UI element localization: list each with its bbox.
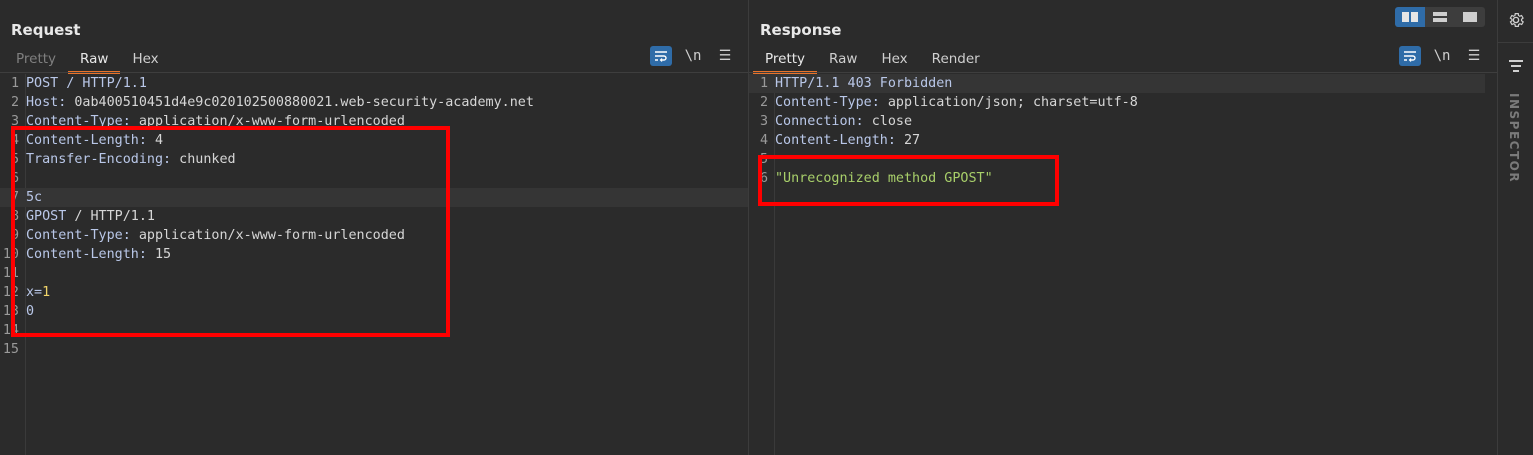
response-tab-raw[interactable]: Raw [817, 47, 869, 71]
response-line: 4 Content-Length: 27 [759, 133, 921, 148]
wrap-icon[interactable] [1399, 46, 1421, 66]
menu-icon[interactable]: ☰ [714, 46, 736, 66]
request-pane: Request Pretty Raw Hex \n ☰ 1 POST / HTTP… [0, 0, 749, 455]
inspector-sidebar: INSPECTOR [1498, 0, 1533, 455]
single-pane-icon[interactable] [1455, 7, 1485, 27]
request-tab-raw[interactable]: Raw [68, 47, 121, 74]
request-tab-hex[interactable]: Hex [120, 47, 170, 71]
request-divider [0, 72, 748, 73]
response-divider [749, 72, 1497, 73]
response-line: 3 Connection: close [759, 114, 913, 129]
response-editor[interactable]: 1 HTTP/1.1 403 Forbidden 2 Content-Type: a… [749, 74, 1497, 455]
layout-switcher [1395, 7, 1485, 27]
split-vertical-icon[interactable] [1425, 7, 1455, 27]
inspector-label[interactable]: INSPECTOR [1507, 93, 1521, 183]
inspector-icon[interactable] [1498, 58, 1533, 78]
response-tab-pretty[interactable]: Pretty [753, 47, 818, 74]
menu-icon[interactable]: ☰ [1463, 46, 1485, 66]
response-pane: Response Pretty Raw Hex Render \n ☰ 1 HTT… [749, 0, 1498, 455]
sidebar-divider [1498, 42, 1533, 43]
gear-icon[interactable] [1498, 11, 1533, 34]
request-highlight-box [11, 126, 450, 337]
request-toolbar: \n ☰ [650, 46, 736, 66]
request-tab-pretty[interactable]: Pretty [4, 47, 68, 71]
newline-toggle-button[interactable]: \n [682, 46, 704, 66]
response-tabs: Pretty Raw Hex Render [753, 47, 992, 74]
request-title: Request [11, 21, 81, 39]
split-horizontal-icon[interactable] [1395, 7, 1425, 27]
request-tabs: Pretty Raw Hex [4, 47, 171, 74]
response-title: Response [760, 21, 842, 39]
request-line: 1 POST / HTTP/1.1 [10, 76, 147, 91]
newline-toggle-button[interactable]: \n [1431, 46, 1453, 66]
response-tab-hex[interactable]: Hex [869, 47, 919, 71]
response-highlight-box [758, 155, 1059, 206]
request-line: 15 [2, 342, 19, 357]
response-tab-render[interactable]: Render [920, 47, 992, 71]
response-toolbar: \n ☰ [1399, 46, 1485, 66]
response-line: 2 Content-Type: application/json; charset… [759, 95, 1138, 110]
wrap-icon[interactable] [650, 46, 672, 66]
response-line-current: 1 HTTP/1.1 403 Forbidden [749, 74, 1485, 93]
request-line: 2 Host: 0ab400510451d4e9c020102500880021.… [10, 95, 534, 110]
